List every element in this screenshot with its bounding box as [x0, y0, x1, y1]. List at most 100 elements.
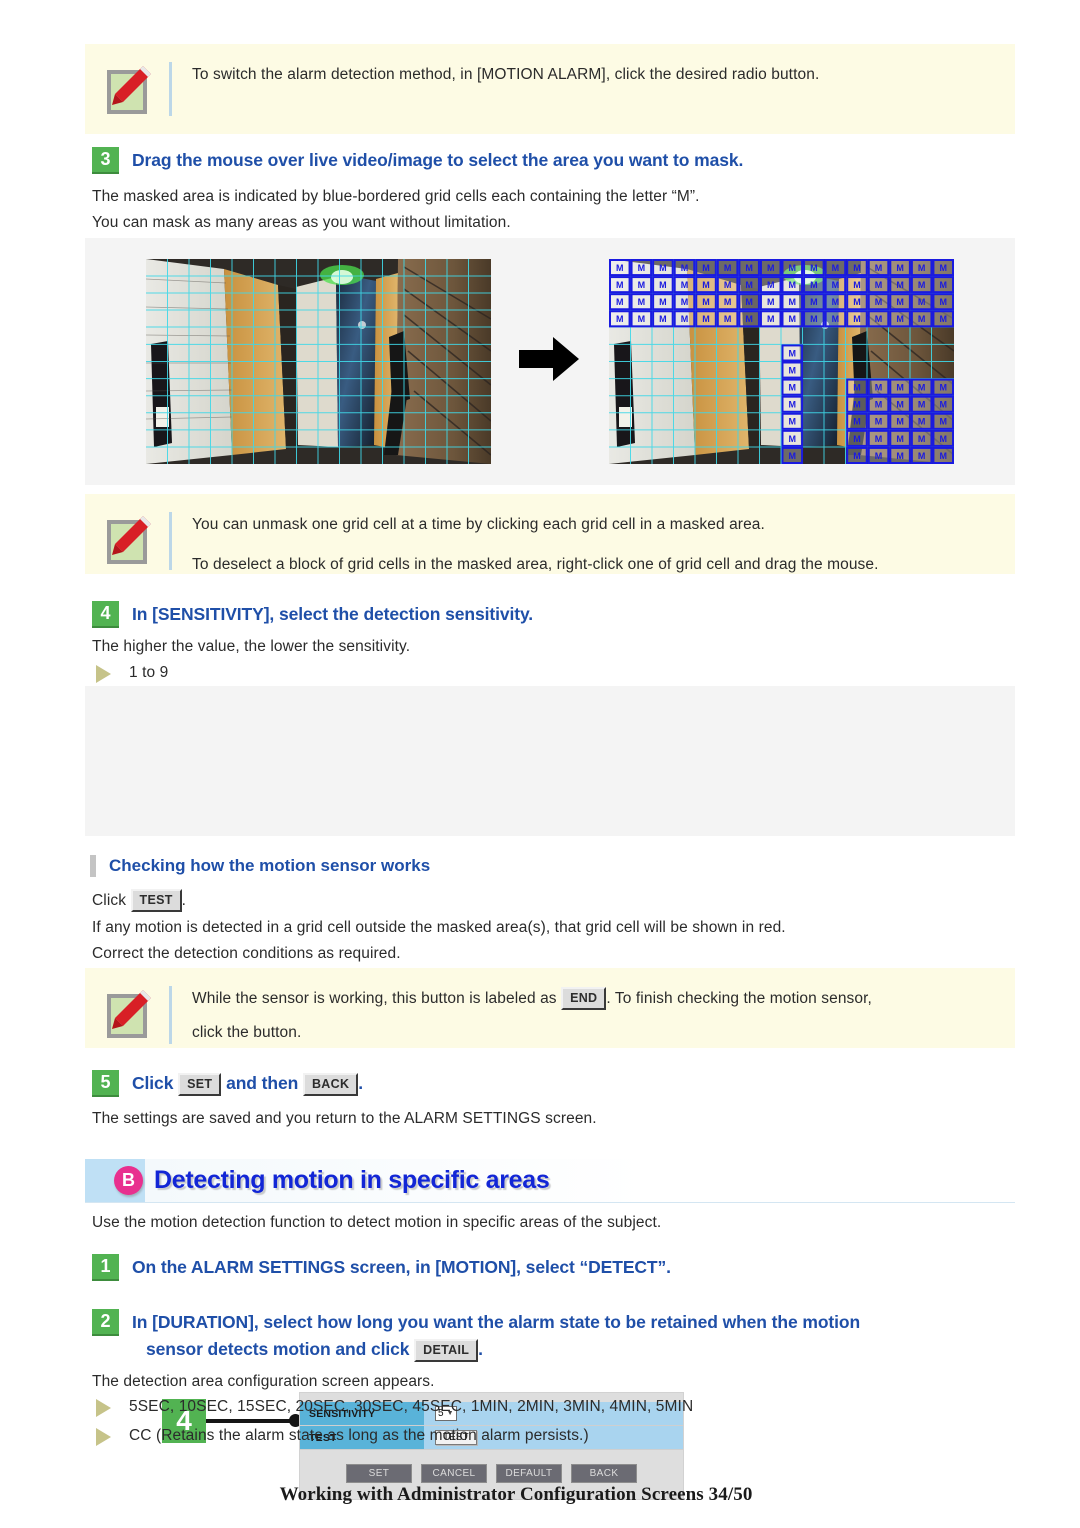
step-5-title-b: and then: [226, 1073, 299, 1093]
note-text-after: . To finish checking the motion sensor,: [606, 990, 872, 1007]
svg-text:M: M: [918, 434, 926, 444]
svg-text:M: M: [939, 297, 947, 307]
svg-text:M: M: [810, 314, 818, 324]
svg-text:M: M: [681, 314, 689, 324]
svg-text:M: M: [724, 314, 732, 324]
checking-section-heading: Checking how the motion sensor works: [90, 855, 430, 877]
svg-text:M: M: [616, 314, 624, 324]
default-button[interactable]: DEFAULT: [496, 1464, 562, 1483]
svg-text:M: M: [918, 314, 926, 324]
svg-text:M: M: [789, 314, 797, 324]
svg-text:M: M: [702, 314, 710, 324]
checking-heading-text: Checking how the motion sensor works: [109, 856, 431, 875]
note-line: You can unmask one grid cell at a time b…: [192, 516, 765, 533]
svg-text:M: M: [896, 383, 904, 393]
end-inline-button[interactable]: END: [561, 987, 607, 1010]
pencil-note-icon: [99, 984, 157, 1042]
svg-text:M: M: [832, 297, 840, 307]
step-b2-body-line-1: The detection area configuration screen …: [92, 1373, 435, 1390]
svg-text:M: M: [939, 314, 947, 324]
step-b2-bullet-1: 5SEC, 10SEC, 15SEC, 20SEC, 30SEC, 45SEC,…: [96, 1394, 996, 1420]
back-button[interactable]: BACK: [571, 1464, 637, 1483]
period: .: [181, 892, 187, 909]
svg-text:M: M: [789, 280, 797, 290]
cancel-button[interactable]: CANCEL: [421, 1464, 487, 1483]
step-b2-title-line2: sensor detects motion and click: [146, 1339, 410, 1359]
svg-text:M: M: [875, 383, 883, 393]
svg-text:M: M: [875, 451, 883, 461]
step-b2-body: The detection area configuration screen …: [92, 1369, 992, 1395]
svg-text:M: M: [789, 383, 797, 393]
svg-text:M: M: [789, 434, 797, 444]
svg-text:M: M: [681, 263, 689, 273]
svg-text:M: M: [918, 263, 926, 273]
svg-text:M: M: [789, 365, 797, 375]
step-5-heading: 5 Click SET and then BACK.: [92, 1070, 992, 1097]
detail-inline-button[interactable]: DETAIL: [414, 1339, 479, 1362]
svg-text:M: M: [853, 434, 861, 444]
section-b-title: Detecting motion in specific areas: [154, 1166, 550, 1194]
svg-text:M: M: [724, 280, 732, 290]
click-label: Click: [92, 892, 127, 909]
svg-text:M: M: [939, 451, 947, 461]
note-box-unmask: You can unmask one grid cell at a time b…: [85, 494, 1015, 574]
svg-text:M: M: [638, 280, 646, 290]
heading-bar: [90, 855, 96, 877]
step-b2-heading: 2 In [DURATION], select how long you wan…: [92, 1309, 1002, 1363]
svg-text:M: M: [681, 280, 689, 290]
set-inline-button[interactable]: SET: [178, 1073, 222, 1096]
svg-text:M: M: [767, 263, 775, 273]
note-box-radio-button: To switch the alarm detection method, in…: [85, 44, 1015, 134]
test-inline-button[interactable]: TEST: [130, 889, 182, 912]
svg-text:M: M: [896, 263, 904, 273]
step-5-title-a: Click: [132, 1073, 174, 1093]
svg-text:M: M: [896, 314, 904, 324]
step-b1-title: On the ALARM SETTINGS screen, in [MOTION…: [132, 1257, 671, 1277]
svg-text:M: M: [745, 280, 753, 290]
bullet-item-range: 1 to 9: [129, 664, 169, 681]
svg-text:M: M: [659, 297, 667, 307]
pencil-note-icon: [99, 510, 157, 568]
svg-text:M: M: [939, 280, 947, 290]
footer-text: Working with Administrator Configuration…: [279, 1484, 753, 1505]
set-button[interactable]: SET: [346, 1464, 412, 1483]
svg-text:M: M: [789, 451, 797, 461]
svg-text:M: M: [638, 314, 646, 324]
svg-text:M: M: [896, 280, 904, 290]
svg-text:M: M: [832, 314, 840, 324]
svg-text:M: M: [939, 434, 947, 444]
step-b2-title-line2-wrap: sensor detects motion and click DETAIL.: [132, 1336, 860, 1363]
svg-text:M: M: [789, 400, 797, 410]
section-b-banner: B Detecting motion in specific areas: [85, 1159, 1015, 1203]
svg-text:M: M: [853, 383, 861, 393]
note-text-group: To switch the alarm detection method, in…: [192, 58, 997, 88]
camera-view-unmasked: [146, 259, 491, 464]
svg-text:M: M: [832, 263, 840, 273]
triangle-bullet-icon: [96, 665, 111, 683]
note-text-group: While the sensor is working, this button…: [192, 982, 997, 1046]
step-b1-heading: 1 On the ALARM SETTINGS screen, in [MOTI…: [92, 1254, 992, 1281]
bullet-item-cc: CC (Retains the alarm state as long as t…: [129, 1427, 589, 1444]
svg-text:M: M: [939, 400, 947, 410]
svg-text:M: M: [875, 280, 883, 290]
back-inline-button[interactable]: BACK: [302, 1073, 359, 1096]
svg-text:M: M: [616, 263, 624, 273]
step-3-heading: 3 Drag the mouse over live video/image t…: [92, 147, 992, 174]
svg-text:M: M: [853, 417, 861, 427]
step-4-body-line-1: The higher the value, the lower the sens…: [92, 638, 411, 655]
manual-page: To switch the alarm detection method, in…: [0, 0, 1080, 1528]
step-4-body: The higher the value, the lower the sens…: [92, 634, 992, 660]
checking-body-line-2: Correct the detection conditions as requ…: [92, 945, 401, 962]
svg-text:M: M: [789, 417, 797, 427]
svg-text:M: M: [853, 263, 861, 273]
step-5-number: 5: [92, 1070, 119, 1097]
step-b2-number: 2: [92, 1309, 119, 1336]
svg-text:M: M: [853, 297, 861, 307]
svg-text:M: M: [832, 280, 840, 290]
note-line-2: click the button.: [192, 1024, 302, 1041]
svg-text:M: M: [810, 280, 818, 290]
step-4-heading: 4 In [SENSITIVITY], select the detection…: [92, 601, 992, 628]
svg-text:M: M: [875, 297, 883, 307]
svg-text:M: M: [853, 280, 861, 290]
svg-text:M: M: [918, 297, 926, 307]
